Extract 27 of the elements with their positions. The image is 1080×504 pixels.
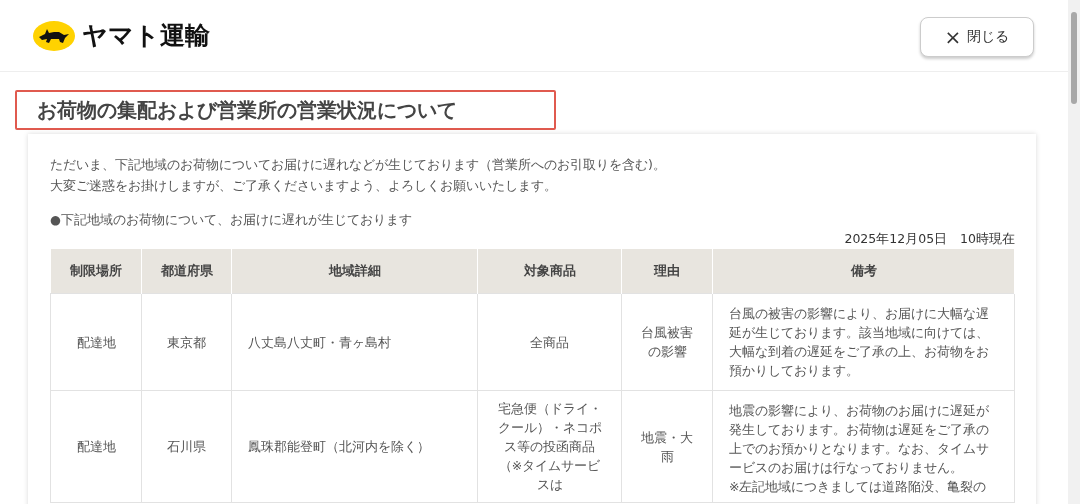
table-cell: 東京都 <box>141 293 232 391</box>
column-header: 備考 <box>712 249 1015 294</box>
notice-text: ●下記地域のお荷物について、お届けに遅れが生じております <box>50 211 413 229</box>
table-cell: 地震・大雨 <box>621 390 713 503</box>
column-header: 制限場所 <box>50 249 142 294</box>
table-cell: 地震の影響により、お荷物のお届けに遅延が発生しております。お荷物は遅延をご了承の上でのお預かりとなります。なお、タイムサービスのお届けは行なっておりません。 ※左記地域につきましては道路陥没、亀裂の <box>712 390 1015 503</box>
table-cell: 鳳珠郡能登町（北河内を除く） <box>231 390 478 503</box>
column-header: 都道府県 <box>141 249 232 294</box>
table-cell: 八丈島八丈町・青ヶ島村 <box>231 293 478 391</box>
timestamp: 2025年12月05日 10時現在 <box>844 230 1015 248</box>
close-button[interactable]: × 閉じる <box>920 16 1034 57</box>
table-cell: 宅急便（ドライ・クール）・ネコポス等の投函商品（※タイムサービスは <box>477 390 622 503</box>
logo-text: ヤマト運輸 <box>82 20 210 52</box>
table-cell: 台風の被害の影響により、お届けに大幅な遅延が生じております。該当地域に向けては、大幅な到着の遅延をご了承の上、お荷物をお預かりしております。 <box>712 293 1015 391</box>
scrollbar[interactable] <box>1068 0 1080 504</box>
table-cell: 石川県 <box>141 390 232 503</box>
column-header: 地域詳細 <box>231 249 478 294</box>
table-cell: 全商品 <box>477 293 622 391</box>
table-cell: 台風被害の影響 <box>621 293 713 391</box>
table-cell: 配達地 <box>50 293 142 391</box>
intro-text: 大変ご迷惑をお掛けしますが、ご了承くださいますよう、よろしくお願いいたします。 <box>50 177 558 195</box>
table-cell: 配達地 <box>50 390 142 503</box>
intro-text: ただいま、下記地域のお荷物についてお届けに遅れなどが生じております（営業所へのお引取りを含む)。 <box>50 156 667 174</box>
cat-logo-icon <box>32 19 76 52</box>
column-header: 対象商品 <box>477 249 622 294</box>
column-header: 理由 <box>621 249 713 294</box>
page-title: お荷物の集配および営業所の営業状況について <box>15 90 556 130</box>
